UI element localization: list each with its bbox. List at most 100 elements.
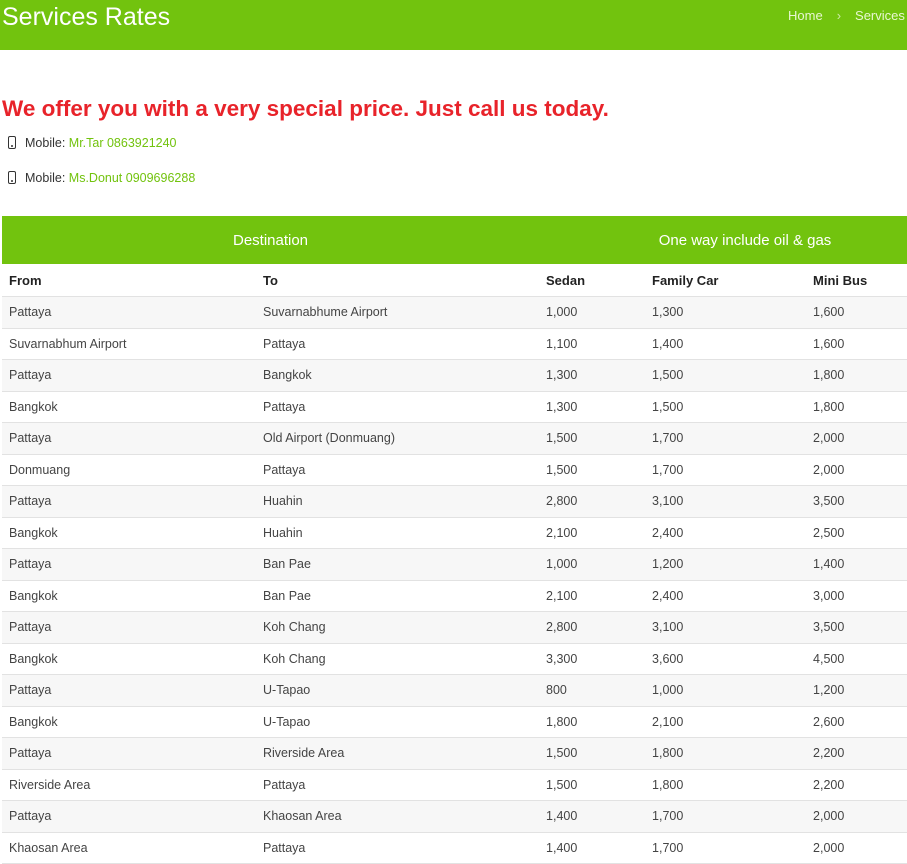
- cell-family-car: 1,800: [645, 769, 807, 801]
- cell-sedan: 1,400: [539, 800, 646, 833]
- cell-family-car: 3,100: [645, 485, 807, 518]
- table-row: Bangkok Ban Pae 2,100 2,400 3,000: [2, 580, 907, 612]
- contact-phone-link[interactable]: Ms.Donut 0909696288: [69, 171, 195, 185]
- cell-sedan: 2,100: [539, 580, 646, 612]
- cell-to: Suvarnabhume Airport: [256, 296, 540, 329]
- cell-family-car: 2,100: [645, 706, 807, 738]
- cell-family-car: 1,500: [645, 391, 807, 423]
- contact-phone-link[interactable]: Mr.Tar 0863921240: [69, 136, 177, 150]
- table-row: Riverside Area Pattaya 1,500 1,800 2,200: [2, 769, 907, 801]
- cell-family-car: 1,700: [645, 800, 807, 833]
- contact-label: Mobile:: [25, 136, 66, 150]
- table-row: Bangkok Koh Chang 3,300 3,600 4,500: [2, 643, 907, 675]
- cell-sedan: 1,500: [539, 454, 646, 486]
- rates-table-body: Pattaya Suvarnabhume Airport 1,000 1,300 1,6…: [2, 296, 907, 864]
- cell-mini-bus: 2,000: [806, 832, 907, 864]
- cell-mini-bus: 1,400: [806, 548, 907, 581]
- table-group-header: Destination One way include oil & gas: [2, 216, 907, 264]
- cell-from: Pattaya: [2, 800, 256, 833]
- cell-family-car: 3,600: [645, 643, 807, 675]
- cell-mini-bus: 2,000: [806, 454, 907, 486]
- cell-to: Pattaya: [256, 328, 540, 360]
- cell-to: Old Airport (Donmuang): [256, 422, 540, 455]
- page-title: Services Rates: [2, 3, 171, 31]
- cell-mini-bus: 3,500: [806, 485, 907, 518]
- cell-from: Bangkok: [2, 580, 256, 612]
- cell-mini-bus: 1,800: [806, 391, 907, 423]
- cell-from: Pattaya: [2, 359, 256, 392]
- cell-sedan: 2,800: [539, 485, 646, 518]
- cell-family-car: 1,700: [645, 422, 807, 455]
- column-header-from: From: [2, 264, 256, 297]
- cell-to: Riverside Area: [256, 737, 540, 770]
- cell-family-car: 3,100: [645, 611, 807, 644]
- cell-sedan: 1,000: [539, 548, 646, 581]
- cell-from: Bangkok: [2, 643, 256, 675]
- cell-sedan: 1,300: [539, 359, 646, 392]
- cell-from: Khaosan Area: [2, 832, 256, 864]
- cell-family-car: 2,400: [645, 580, 807, 612]
- cell-sedan: 1,100: [539, 328, 646, 360]
- column-header-to: To: [256, 264, 540, 297]
- cell-from: Riverside Area: [2, 769, 256, 801]
- page-header-bar: Services Rates Home › Services: [0, 0, 907, 50]
- table-row: Bangkok U-Tapao 1,800 2,100 2,600: [2, 706, 907, 738]
- table-row: Bangkok Pattaya 1,300 1,500 1,800: [2, 391, 907, 423]
- cell-mini-bus: 1,600: [806, 296, 907, 329]
- cell-from: Bangkok: [2, 517, 256, 549]
- cell-mini-bus: 3,000: [806, 580, 907, 612]
- cell-to: Pattaya: [256, 454, 540, 486]
- cell-mini-bus: 3,500: [806, 611, 907, 644]
- cell-sedan: 1,000: [539, 296, 646, 329]
- cell-mini-bus: 2,000: [806, 422, 907, 455]
- cell-mini-bus: 2,000: [806, 800, 907, 833]
- cell-to: Huahin: [256, 485, 540, 518]
- breadcrumb-home-link[interactable]: Home: [788, 8, 823, 23]
- cell-to: Ban Pae: [256, 580, 540, 612]
- cell-sedan: 1,800: [539, 706, 646, 738]
- cell-to: Koh Chang: [256, 611, 540, 644]
- cell-from: Pattaya: [2, 674, 256, 707]
- table-row: Pattaya Suvarnabhume Airport 1,000 1,300 1,6…: [2, 296, 907, 329]
- cell-from: Pattaya: [2, 737, 256, 770]
- cell-mini-bus: 4,500: [806, 643, 907, 675]
- cell-sedan: 1,500: [539, 737, 646, 770]
- cell-family-car: 1,700: [645, 454, 807, 486]
- cell-from: Bangkok: [2, 391, 256, 423]
- cell-sedan: 800: [539, 674, 646, 707]
- column-header-mini-bus: Mini Bus: [806, 264, 907, 297]
- cell-sedan: 3,300: [539, 643, 646, 675]
- table-row: Pattaya Khaosan Area 1,400 1,700 2,000: [2, 800, 907, 833]
- cell-to: Huahin: [256, 517, 540, 549]
- mobile-phone-icon: [8, 136, 16, 149]
- table-row: Khaosan Area Pattaya 1,400 1,700 2,000: [2, 832, 907, 864]
- rates-table: Destination One way include oil & gas Fr…: [2, 216, 907, 864]
- cell-sedan: 1,300: [539, 391, 646, 423]
- cell-from: Suvarnabhum Airport: [2, 328, 256, 360]
- price-group-header: One way include oil & gas: [539, 216, 907, 264]
- table-column-headers: From To Sedan Family Car Mini Bus: [2, 264, 907, 297]
- cell-to: Koh Chang: [256, 643, 540, 675]
- cell-to: Khaosan Area: [256, 800, 540, 833]
- cell-to: Bangkok: [256, 359, 540, 392]
- table-row: Pattaya Koh Chang 2,800 3,100 3,500: [2, 611, 907, 644]
- cell-sedan: 1,500: [539, 769, 646, 801]
- table-row: Pattaya Ban Pae 1,000 1,200 1,400: [2, 548, 907, 581]
- cell-family-car: 1,200: [645, 548, 807, 581]
- table-row: Pattaya Huahin 2,800 3,100 3,500: [2, 485, 907, 518]
- table-row: Pattaya U-Tapao 800 1,000 1,200: [2, 674, 907, 707]
- cell-family-car: 1,300: [645, 296, 807, 329]
- table-row: Pattaya Old Airport (Donmuang) 1,500 1,700 2…: [2, 422, 907, 455]
- cell-sedan: 1,400: [539, 832, 646, 864]
- cell-family-car: 2,400: [645, 517, 807, 549]
- cell-family-car: 1,400: [645, 328, 807, 360]
- contact-label: Mobile:: [25, 171, 66, 185]
- cell-sedan: 2,100: [539, 517, 646, 549]
- cell-to: U-Tapao: [256, 706, 540, 738]
- breadcrumb-current: Services: [855, 8, 905, 23]
- cell-family-car: 1,000: [645, 674, 807, 707]
- cell-mini-bus: 1,200: [806, 674, 907, 707]
- mobile-phone-icon: [8, 171, 16, 184]
- cell-mini-bus: 2,200: [806, 769, 907, 801]
- table-row: Suvarnabhum Airport Pattaya 1,100 1,400 1,60…: [2, 328, 907, 360]
